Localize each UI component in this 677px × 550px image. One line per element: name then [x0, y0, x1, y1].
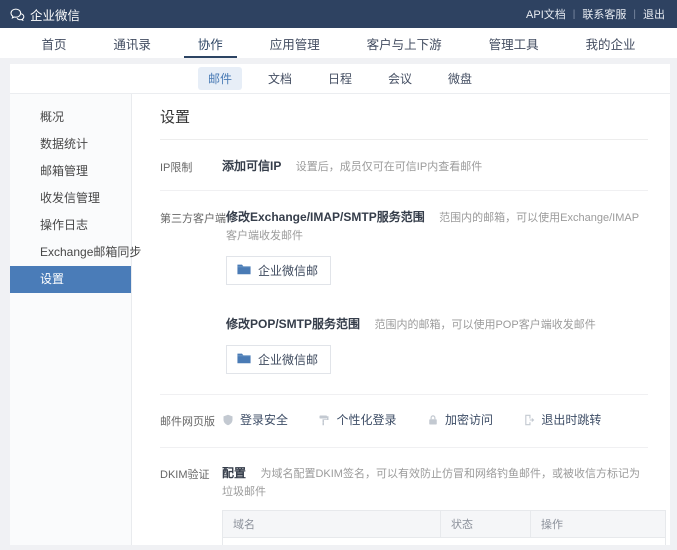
tab-calendar[interactable]: 日程: [318, 67, 362, 90]
sidebar-item-operation-log[interactable]: 操作日志: [10, 212, 131, 239]
table-row: 988666.club 已验证 查看配置: [223, 537, 666, 545]
nav-item-collaboration[interactable]: 协作: [194, 28, 227, 58]
api-docs-link[interactable]: API文档: [526, 6, 566, 22]
table-header-row: 域名 状态 操作: [223, 510, 666, 537]
main-panel: 邮件 文档 日程 会议 微盘 概况 数据统计 邮箱管理 收发信管理 操作日志 E…: [10, 64, 670, 545]
topbar: 企业微信 API文档 | 联系客服 | 退出: [0, 0, 677, 28]
webmail-item-label: 登录安全: [240, 411, 288, 428]
nav-item-contacts[interactable]: 通讯录: [109, 28, 155, 58]
webmail-item-label: 个性化登录: [336, 411, 396, 428]
tab-mail[interactable]: 邮件: [198, 67, 242, 90]
sidebar-item-exchange-sync[interactable]: Exchange邮箱同步: [10, 239, 131, 266]
sidebar-item-settings[interactable]: 设置: [10, 266, 131, 293]
tab-meeting[interactable]: 会议: [378, 67, 422, 90]
tab-docs[interactable]: 文档: [258, 67, 302, 90]
settings-content: 设置 IP限制 添加可信IP 设置后，成员仅可在可信IP内查看邮件 第三方客户端: [132, 94, 670, 545]
panel-body: 概况 数据统计 邮箱管理 收发信管理 操作日志 Exchange邮箱同步 设置 …: [10, 94, 670, 545]
logout-link[interactable]: 退出: [643, 6, 665, 22]
folder-icon: [237, 352, 251, 367]
contact-support-link[interactable]: 联系客服: [582, 6, 626, 22]
sidebar-item-mailbox-management[interactable]: 邮箱管理: [10, 158, 131, 185]
column-header-status: 状态: [441, 510, 531, 537]
section-label: 邮件网页版: [160, 411, 222, 431]
lock-icon: [427, 414, 439, 426]
subtab-bar: 邮件 文档 日程 会议 微盘: [10, 64, 670, 94]
nav-item-home[interactable]: 首页: [37, 28, 70, 58]
section-label: 第三方客户端: [160, 208, 226, 374]
logout-redirect-link[interactable]: 退出时跳转: [523, 411, 601, 428]
main-nav: 首页 通讯录 协作 应用管理 客户与上下游 管理工具 我的企业: [0, 28, 677, 58]
chat-bubble-icon: [10, 8, 25, 21]
exchange-scope-tag[interactable]: 企业微信邮: [226, 256, 331, 285]
tag-label: 企业微信邮: [258, 351, 318, 368]
page-background: 邮件 文档 日程 会议 微盘 概况 数据统计 邮箱管理 收发信管理 操作日志 E…: [0, 58, 677, 550]
folder-icon: [237, 263, 251, 278]
sidebar: 概况 数据统计 邮箱管理 收发信管理 操作日志 Exchange邮箱同步 设置: [10, 94, 132, 545]
section-webmail: 邮件网页版 登录安全: [160, 395, 648, 448]
section-ip-limit: IP限制 添加可信IP 设置后，成员仅可在可信IP内查看邮件: [160, 140, 648, 191]
tab-drive[interactable]: 微盘: [438, 67, 482, 90]
separator: |: [633, 9, 636, 20]
ip-limit-hint: 设置后，成员仅可在可信IP内查看邮件: [296, 161, 482, 173]
section-dkim: DKIM验证 配置 为域名配置DKIM签名，可以有效防止仿冒和网络钓鱼邮件，或被…: [160, 448, 648, 546]
exchange-scope-block: 修改Exchange/IMAP/SMTP服务范围 范围内的邮箱，可以使用Exch…: [226, 208, 648, 285]
topbar-links: API文档 | 联系客服 | 退出: [526, 6, 665, 22]
dkim-table: 域名 状态 操作 988666.club 已验证 查看配置: [222, 510, 666, 546]
pop-scope-hint: 范围内的邮箱，可以使用POP客户端收发邮件: [374, 319, 595, 331]
webmail-item-label: 退出时跳转: [541, 411, 601, 428]
modify-exchange-scope-link[interactable]: 修改Exchange/IMAP/SMTP服务范围: [226, 210, 425, 224]
modify-pop-scope-link[interactable]: 修改POP/SMTP服务范围: [226, 317, 360, 331]
page-title: 设置: [160, 106, 648, 140]
domain-cell: 988666.club: [223, 537, 441, 545]
section-label: IP限制: [160, 157, 222, 175]
personalized-login-link[interactable]: 个性化登录: [318, 411, 396, 428]
logo-text: 企业微信: [30, 5, 80, 24]
pop-scope-tag[interactable]: 企业微信邮: [226, 345, 331, 374]
dkim-hint: 为域名配置DKIM签名，可以有效防止仿冒和网络钓鱼邮件，或被收信方标记为垃圾邮件: [222, 468, 640, 498]
section-label: DKIM验证: [160, 464, 222, 546]
dkim-configure-link[interactable]: 配置: [222, 466, 246, 480]
sidebar-item-send-receive[interactable]: 收发信管理: [10, 185, 131, 212]
section-third-party: 第三方客户端 修改Exchange/IMAP/SMTP服务范围 范围内的邮箱，可…: [160, 191, 648, 395]
column-header-action: 操作: [531, 510, 666, 537]
app-logo[interactable]: 企业微信: [10, 5, 80, 24]
sidebar-item-overview[interactable]: 概况: [10, 104, 131, 131]
pop-scope-block: 修改POP/SMTP服务范围 范围内的邮箱，可以使用POP客户端收发邮件: [226, 315, 648, 374]
separator: |: [573, 9, 576, 20]
encrypted-access-link[interactable]: 加密访问: [427, 411, 493, 428]
exit-icon: [523, 414, 535, 426]
sidebar-item-statistics[interactable]: 数据统计: [10, 131, 131, 158]
webmail-item-label: 加密访问: [445, 411, 493, 428]
nav-item-my-company[interactable]: 我的企业: [581, 28, 639, 58]
nav-item-admin-tools[interactable]: 管理工具: [485, 28, 543, 58]
nav-item-customers[interactable]: 客户与上下游: [363, 28, 446, 58]
tag-label: 企业微信邮: [258, 262, 318, 279]
brush-icon: [318, 414, 330, 426]
add-trusted-ip-link[interactable]: 添加可信IP: [222, 159, 281, 173]
nav-item-apps[interactable]: 应用管理: [266, 28, 324, 58]
login-security-link[interactable]: 登录安全: [222, 411, 288, 428]
shield-icon: [222, 414, 234, 426]
column-header-domain: 域名: [223, 510, 441, 537]
